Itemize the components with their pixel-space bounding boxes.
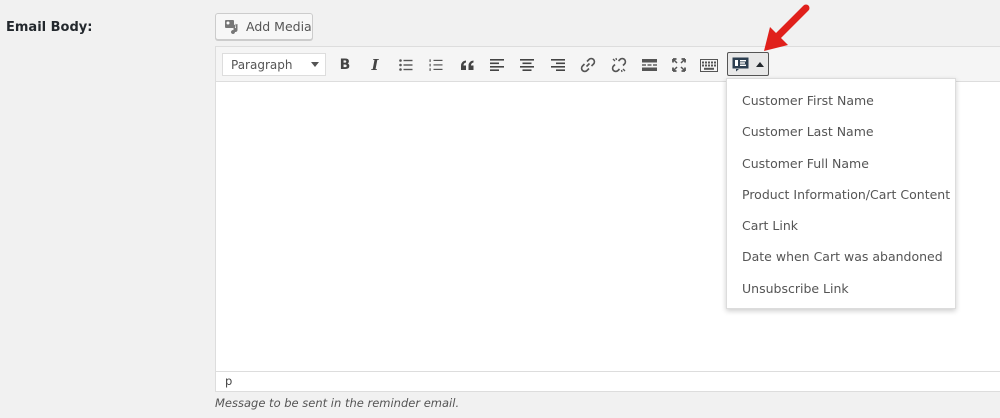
menu-item-customer-last-name[interactable]: Customer Last Name: [727, 116, 955, 147]
align-right-icon: [551, 59, 565, 71]
bold-icon: B: [339, 57, 351, 73]
add-media-button[interactable]: Add Media: [215, 13, 313, 40]
menu-item-customer-first-name[interactable]: Customer First Name: [727, 85, 955, 116]
red-arrow-annotation: [764, 4, 810, 51]
numbered-list-icon: [429, 59, 443, 71]
bulleted-list-button[interactable]: [395, 54, 417, 76]
unlink-icon: [611, 57, 627, 73]
chevron-down-icon: [311, 62, 319, 67]
blockquote-button[interactable]: [456, 54, 478, 76]
editor-toolbar: Paragraph B I: [216, 47, 1000, 82]
align-center-icon: [520, 59, 534, 71]
bulleted-list-icon: [399, 59, 413, 71]
read-more-icon: [641, 59, 657, 71]
element-path[interactable]: p: [225, 374, 232, 388]
menu-item-cart-link[interactable]: Cart Link: [727, 210, 955, 241]
align-center-button[interactable]: [516, 54, 538, 76]
bold-button[interactable]: B: [334, 54, 356, 76]
blockquote-icon: [460, 60, 473, 70]
field-description: Message to be sent in the reminder email…: [215, 396, 460, 410]
italic-button[interactable]: I: [364, 54, 386, 76]
email-body-label: Email Body:: [6, 20, 93, 35]
format-select[interactable]: Paragraph: [222, 53, 326, 76]
align-left-icon: [490, 59, 504, 71]
format-select-value: Paragraph: [231, 57, 293, 72]
placeholder-icon: [732, 57, 749, 71]
chevron-up-icon: [756, 61, 764, 67]
link-icon: [580, 57, 596, 73]
keyboard-icon: [700, 58, 718, 72]
align-left-button[interactable]: [486, 54, 508, 76]
media-icon: [224, 19, 240, 35]
add-media-label: Add Media: [246, 19, 312, 34]
placeholder-dropdown-menu: Customer First Name Customer Last Name C…: [726, 78, 956, 309]
menu-item-customer-full-name[interactable]: Customer Full Name: [727, 148, 955, 179]
numbered-list-button[interactable]: [425, 54, 447, 76]
fullscreen-icon: [672, 58, 686, 72]
menu-item-unsubscribe-link[interactable]: Unsubscribe Link: [727, 273, 955, 304]
italic-icon: I: [371, 56, 379, 74]
remove-link-button[interactable]: [608, 54, 630, 76]
toolbar-toggle-button[interactable]: [698, 54, 720, 76]
editor-status-path: p: [216, 371, 1000, 391]
menu-item-date-abandoned[interactable]: Date when Cart was abandoned: [727, 241, 955, 272]
insert-link-button[interactable]: [577, 54, 599, 76]
read-more-button[interactable]: [638, 54, 660, 76]
fullscreen-button[interactable]: [668, 54, 690, 76]
align-right-button[interactable]: [547, 54, 569, 76]
menu-item-product-information[interactable]: Product Information/Cart Content: [727, 179, 955, 210]
